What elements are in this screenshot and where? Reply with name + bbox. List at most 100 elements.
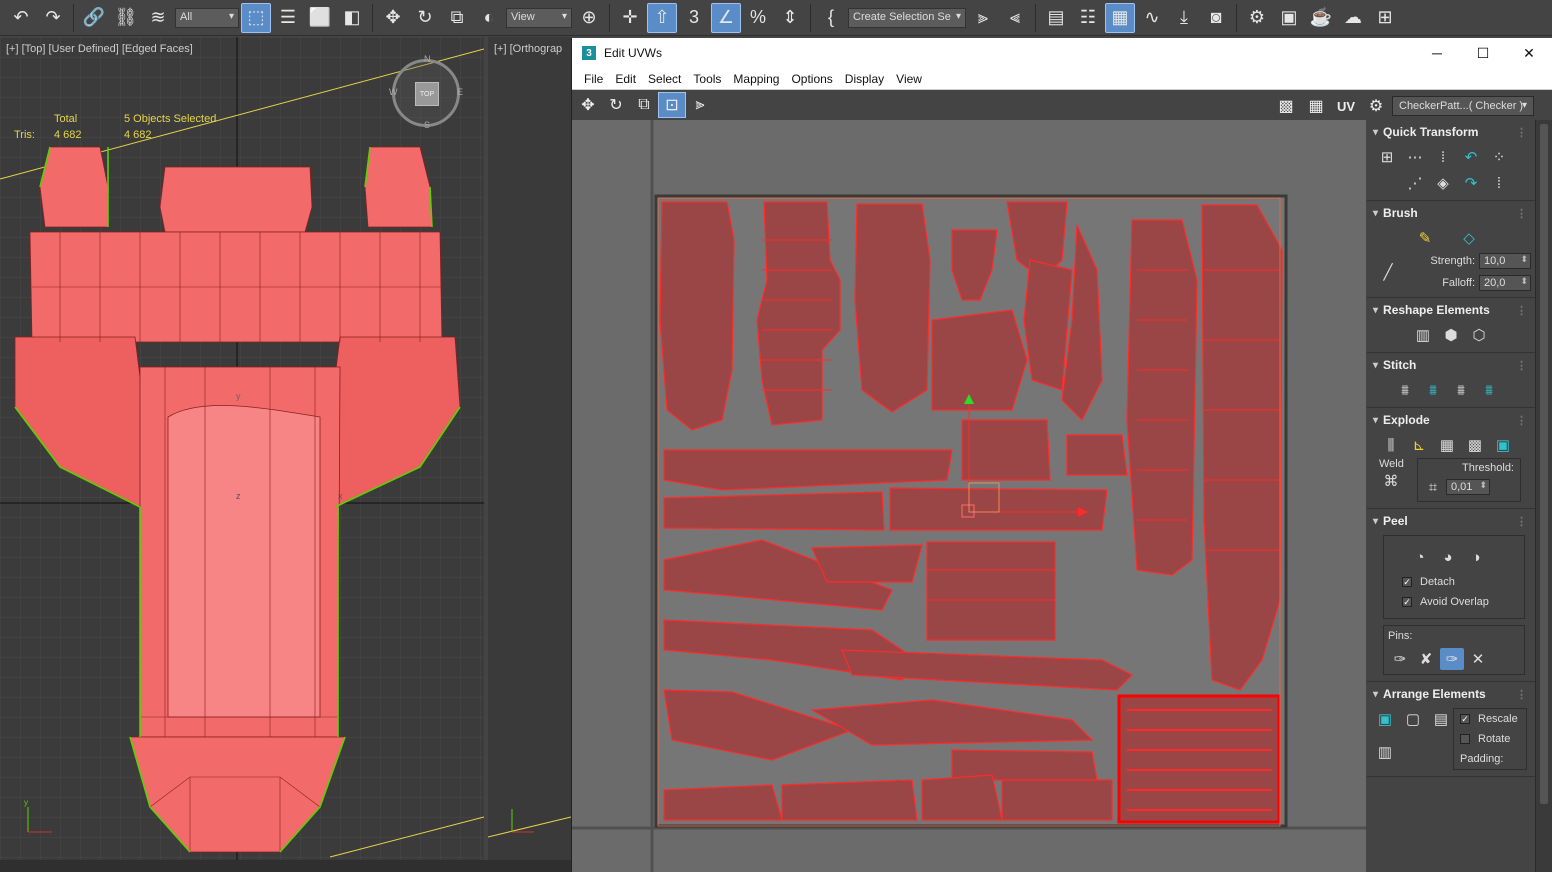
stitch-average-icon[interactable]: ⩩ bbox=[1449, 379, 1473, 401]
unlink-icon[interactable]: ⛓ bbox=[111, 3, 141, 33]
scale-icon[interactable]: ⧉ bbox=[630, 92, 658, 118]
detach-checkbox[interactable]: ✓ bbox=[1402, 577, 1412, 587]
unpin-icon[interactable]: ✘ bbox=[1414, 648, 1438, 670]
linear-align-icon[interactable]: ⋰ bbox=[1403, 172, 1427, 194]
align-vertical-icon[interactable]: ⦙ bbox=[1431, 146, 1455, 168]
rollout-header-brush[interactable]: Brush bbox=[1373, 205, 1531, 221]
rotate-checkbox[interactable] bbox=[1460, 734, 1470, 744]
ribbon-toggle-icon[interactable]: ▦ bbox=[1105, 2, 1135, 33]
rotate-icon[interactable]: ↻ bbox=[602, 92, 630, 118]
break-icon[interactable]: ⊾ bbox=[1407, 434, 1431, 456]
weld-all-icon[interactable]: ⌗ bbox=[1424, 476, 1442, 498]
edit-named-selection-icon[interactable]: { bbox=[816, 3, 846, 33]
rectangular-region-icon[interactable]: ⬜ bbox=[305, 3, 335, 33]
peel-mode-icon[interactable]: ◕ bbox=[1436, 546, 1460, 568]
rollout-header-explode[interactable]: Explode bbox=[1373, 412, 1531, 428]
rotate-ccw-icon[interactable]: ↶ bbox=[1459, 146, 1483, 168]
curve-editor-icon[interactable]: ∿ bbox=[1137, 3, 1167, 33]
menu-display[interactable]: Display bbox=[839, 72, 890, 86]
render-setup-icon[interactable]: ⚙ bbox=[1242, 3, 1272, 33]
quick-peel-icon[interactable]: ◔ bbox=[1408, 546, 1432, 568]
pack-normalize-icon[interactable]: ▢ bbox=[1401, 708, 1425, 730]
scale-icon[interactable]: ⧉ bbox=[442, 3, 472, 33]
set-pivot-icon[interactable]: ⊞ bbox=[1375, 146, 1399, 168]
material-editor-icon[interactable]: ◙ bbox=[1201, 3, 1231, 33]
workspaces-icon[interactable]: ⊞ bbox=[1370, 3, 1400, 33]
minimize-icon[interactable]: ─ bbox=[1414, 38, 1460, 68]
stitch-to-source-icon[interactable]: ⩩ bbox=[1477, 379, 1501, 401]
spinner-snap-icon[interactable]: ⇕ bbox=[775, 3, 805, 33]
stitch-custom-icon[interactable]: ⩩ bbox=[1393, 379, 1417, 401]
stitch-to-target-icon[interactable]: ⩩ bbox=[1421, 379, 1445, 401]
rendered-frame-icon[interactable]: ▣ bbox=[1274, 3, 1304, 33]
texture-dropdown[interactable]: CheckerPatt...( Checker ) bbox=[1392, 96, 1534, 116]
link-icon[interactable]: 🔗 bbox=[79, 3, 109, 33]
pin-icon[interactable]: ✑ bbox=[1388, 648, 1412, 670]
rollout-header-stitch[interactable]: Stitch bbox=[1373, 357, 1531, 373]
rollout-header-arrange[interactable]: Arrange Elements bbox=[1373, 686, 1531, 702]
rotate-icon[interactable]: ↻ bbox=[410, 3, 440, 33]
freeform-mode-icon[interactable]: ⊡ bbox=[658, 92, 686, 118]
rollout-header-reshape[interactable]: Reshape Elements bbox=[1373, 302, 1531, 318]
brush-line-icon[interactable]: ╱ bbox=[1373, 261, 1403, 283]
maximize-icon[interactable]: ☐ bbox=[1460, 38, 1506, 68]
selection-filter-dropdown[interactable]: All bbox=[175, 7, 239, 28]
uv-editor-canvas[interactable] bbox=[572, 120, 1366, 872]
rescale-checkbox[interactable]: ✓ bbox=[1460, 714, 1470, 724]
straighten-icon[interactable]: ▥ bbox=[1411, 324, 1435, 346]
show-map-icon[interactable]: ▩ bbox=[1272, 93, 1300, 119]
select-object-icon[interactable]: ⬚ bbox=[241, 2, 271, 33]
reset-peel-icon[interactable]: ◑ bbox=[1464, 546, 1488, 568]
scene-explorer-icon[interactable]: ▤ bbox=[1041, 3, 1071, 33]
viewcube[interactable]: TOP N S E W bbox=[389, 54, 463, 130]
mirror-icon[interactable]: ⫸ bbox=[968, 3, 998, 33]
mirror-icon[interactable]: ⫸ bbox=[686, 92, 714, 118]
window-crossing-icon[interactable]: ◧ bbox=[337, 3, 367, 33]
placement-icon[interactable]: ◐ bbox=[474, 3, 504, 33]
menu-edit[interactable]: Edit bbox=[609, 72, 642, 86]
flatten-by-groups-icon[interactable]: ▦ bbox=[1435, 434, 1459, 456]
texture-settings-icon[interactable]: ⚙ bbox=[1362, 93, 1390, 119]
strength-spinner[interactable]: 10,0 bbox=[1479, 253, 1531, 269]
schematic-view-icon[interactable]: ⤓ bbox=[1169, 3, 1199, 33]
layer-explorer-icon[interactable]: ☷ bbox=[1073, 3, 1103, 33]
relax-brush-icon[interactable]: ◇ bbox=[1457, 227, 1481, 249]
scrollbar-thumb[interactable] bbox=[1540, 124, 1548, 804]
reference-coord-dropdown[interactable]: View bbox=[506, 7, 572, 28]
bind-space-warp-icon[interactable]: ≋ bbox=[143, 3, 173, 33]
auto-pin-icon[interactable]: ✑ bbox=[1440, 648, 1464, 670]
viewport-top[interactable]: y z x y [+] [Top] [User Defined] [Edged … bbox=[0, 37, 484, 860]
angle-snap-icon[interactable]: ∠ bbox=[711, 2, 741, 33]
menu-file[interactable]: File bbox=[578, 72, 609, 86]
rollout-header-quick-transform[interactable]: Quick Transform bbox=[1373, 124, 1531, 140]
pack-custom-icon[interactable]: ▣ bbox=[1373, 708, 1397, 730]
redo-icon[interactable]: ↷ bbox=[38, 3, 68, 33]
viewport-label[interactable]: [+] [Top] [User Defined] [Edged Faces] bbox=[6, 43, 193, 55]
relax-icon[interactable]: ⬢ bbox=[1439, 324, 1463, 346]
menu-tools[interactable]: Tools bbox=[687, 72, 727, 86]
snaps-toggle-icon[interactable]: 3 bbox=[679, 3, 709, 33]
menu-view[interactable]: View bbox=[890, 72, 928, 86]
flatten-by-material-icon[interactable]: ▩ bbox=[1463, 434, 1487, 456]
select-by-name-icon[interactable]: ☰ bbox=[273, 3, 303, 33]
align-horizontal-icon[interactable]: ⋯ bbox=[1403, 146, 1427, 168]
undo-icon[interactable]: ↶ bbox=[6, 3, 36, 33]
relax-settings-icon[interactable]: ⬡ bbox=[1467, 324, 1491, 346]
align-icon[interactable]: ⫷ bbox=[1000, 3, 1030, 33]
viewport-orthographic[interactable]: [+] [Orthograp bbox=[488, 37, 571, 860]
pack-together-icon[interactable]: ▥ bbox=[1373, 741, 1397, 763]
viewcube-top-face[interactable]: TOP bbox=[415, 82, 439, 106]
checker-icon[interactable]: ▦ bbox=[1302, 93, 1330, 119]
space-horizontal-icon[interactable]: ⁘ bbox=[1487, 146, 1511, 168]
percent-snap-icon[interactable]: % bbox=[743, 3, 773, 33]
threshold-spinner[interactable]: 0,01 bbox=[1446, 479, 1490, 495]
avoid-overlap-checkbox[interactable]: ✓ bbox=[1402, 597, 1412, 607]
weld-selected-icon[interactable]: ⌘ bbox=[1379, 470, 1403, 492]
select-manipulate-icon[interactable]: ✛ bbox=[615, 3, 645, 33]
viewport-label[interactable]: [+] [Orthograp bbox=[494, 43, 562, 55]
move-icon[interactable]: ✥ bbox=[378, 3, 408, 33]
menu-mapping[interactable]: Mapping bbox=[727, 72, 785, 86]
pivot-center-icon[interactable]: ⊕ bbox=[574, 3, 604, 33]
close-icon[interactable]: ✕ bbox=[1506, 38, 1552, 68]
rotate-cw-icon[interactable]: ↷ bbox=[1459, 172, 1483, 194]
